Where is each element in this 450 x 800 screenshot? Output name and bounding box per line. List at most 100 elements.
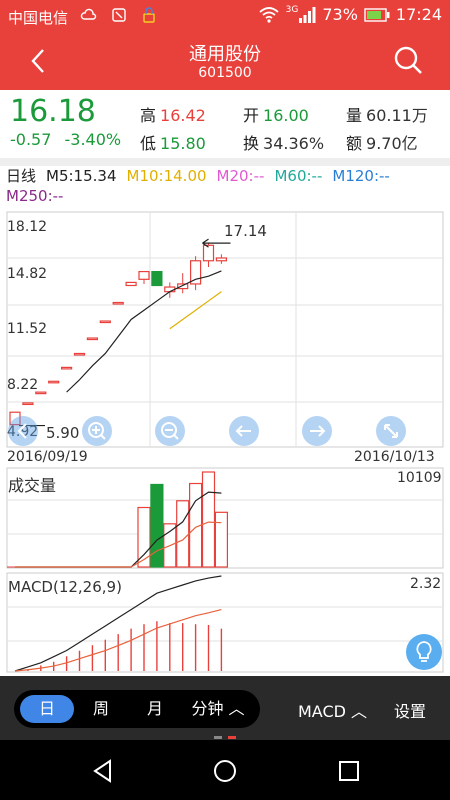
home-icon[interactable] — [210, 756, 240, 786]
candle-body — [60, 366, 73, 370]
turnover-value: 34.36% — [263, 134, 325, 153]
zoom-out-icon — [161, 422, 179, 440]
recent-apps-icon[interactable] — [334, 756, 364, 786]
ma10-line — [169, 291, 222, 330]
y-tick-label: 14.82 — [7, 266, 48, 282]
candle-body — [73, 352, 86, 356]
y-tick-label: 8.22 — [7, 377, 39, 393]
amount-cell: 额 9.70亿 — [346, 130, 418, 154]
settings-button[interactable]: 设置 — [394, 698, 426, 722]
battery-percent: 73% — [322, 5, 358, 24]
ma60-label: M60:-- — [274, 167, 323, 185]
ma10-label: M10:14.00 — [126, 167, 207, 185]
tab-day[interactable]: 日 — [20, 695, 74, 723]
ma5-line — [66, 270, 222, 393]
panel-frame — [6, 467, 444, 569]
period-label: 日线 — [6, 167, 37, 185]
open-cell: 开 16.00 — [243, 102, 309, 126]
candle-body — [202, 244, 215, 262]
current-price: 16.18 — [10, 94, 96, 129]
volume-bar — [163, 523, 177, 568]
ma120-label: M120:-- — [332, 167, 390, 185]
clock: 17:24 — [395, 5, 442, 24]
ma5-label: M5:15.34 — [46, 167, 117, 185]
carrier-name: 中国电信 — [8, 9, 69, 27]
quote-panel: 16.18 -0.57 -3.40% 高 16.42 低 15.80 开 16.00 … — [0, 90, 450, 160]
price-change: -0.57 -3.40% — [10, 130, 121, 149]
indicator-selector[interactable]: MACD ︿ — [298, 698, 367, 722]
period-selector: 日 周 月 分钟 ︿ — [14, 690, 260, 728]
amount-value: 9.70亿 — [366, 134, 418, 153]
candle-body — [138, 270, 150, 280]
volume-title: 成交量 — [8, 476, 57, 495]
volume-bar — [137, 506, 151, 568]
lock-icon — [143, 7, 155, 23]
network-type: 3G — [285, 5, 299, 15]
scroll-right-button[interactable] — [302, 416, 332, 446]
macd-max-label: 2.32 — [410, 576, 442, 592]
search-icon[interactable] — [392, 44, 424, 76]
tips-button[interactable] — [406, 634, 442, 670]
volume-value: 60.11万 — [366, 106, 428, 125]
low-cell: 低 15.80 — [140, 130, 206, 154]
volume-bar — [189, 482, 203, 568]
open-label: 开 — [243, 106, 260, 125]
ma-legend: 日线 M5:15.34 M10:14.00 M20:-- M60:-- M120:-- M2… — [6, 166, 446, 206]
candle-body — [48, 380, 60, 384]
arrow-right-icon — [310, 425, 326, 437]
candle-body — [190, 260, 202, 285]
low-label: 低 — [140, 134, 157, 153]
amount-label: 额 — [346, 134, 363, 153]
high-label: 高 — [140, 106, 157, 125]
candle-body — [86, 337, 99, 341]
title-bar: 通用股份 601500 — [0, 32, 450, 90]
system-nav-bar — [0, 740, 450, 800]
volume-cell: 量 60.11万 — [346, 102, 428, 126]
mute-icon — [112, 8, 126, 22]
tab-minute[interactable]: 分钟 ︿ — [184, 695, 252, 723]
change-percent: -3.40% — [64, 130, 122, 149]
volume-label: 量 — [346, 106, 363, 125]
candle-body — [177, 283, 189, 290]
stock-code: 601500 — [198, 65, 252, 81]
start-date: 2016/09/19 — [7, 449, 88, 465]
stock-name: 通用股份 — [189, 44, 261, 65]
status-bar: 中国电信 3G 73% 17:24 — [0, 0, 450, 32]
candle-body — [125, 281, 137, 287]
zoom-in-button[interactable] — [82, 416, 112, 446]
panel-frame — [6, 211, 444, 448]
back-icon[interactable] — [88, 756, 118, 786]
turnover-label: 换 — [243, 134, 260, 153]
wifi-icon — [259, 6, 279, 23]
zoom-out-button[interactable] — [155, 416, 185, 446]
expand-icon — [384, 424, 398, 438]
macd-title[interactable]: MACD(12,26,9) — [8, 578, 122, 596]
max-price-label: 17.14 — [224, 222, 267, 240]
volume-bar — [201, 471, 216, 568]
lightbulb-icon — [416, 641, 432, 662]
turnover-cell: 换 34.36% — [243, 130, 324, 154]
end-date: 2016/10/13 — [354, 449, 435, 465]
volume-bar — [214, 511, 228, 568]
tab-month[interactable]: 月 — [128, 695, 182, 723]
cloud-icon — [80, 8, 97, 20]
volume-ma2-line — [15, 521, 222, 568]
candle-body — [99, 320, 111, 324]
zoom-in-icon — [88, 422, 106, 440]
candle-body — [112, 301, 124, 305]
open-value: 16.00 — [263, 106, 309, 125]
scroll-left-button[interactable] — [229, 416, 259, 446]
tab-week[interactable]: 周 — [74, 695, 128, 723]
candle-body — [151, 270, 163, 287]
volume-bar — [176, 500, 190, 568]
battery-icon — [364, 7, 390, 22]
divider — [0, 158, 450, 166]
low-value: 15.80 — [160, 134, 206, 153]
arrow-left-icon — [235, 425, 251, 437]
volume-bar — [150, 483, 164, 568]
volume-max-label: 10109 — [397, 470, 442, 486]
move-left-button[interactable] — [8, 416, 38, 446]
change-value: -0.57 — [10, 130, 52, 149]
macd-dea-line — [14, 608, 222, 672]
fullscreen-button[interactable] — [376, 416, 406, 446]
